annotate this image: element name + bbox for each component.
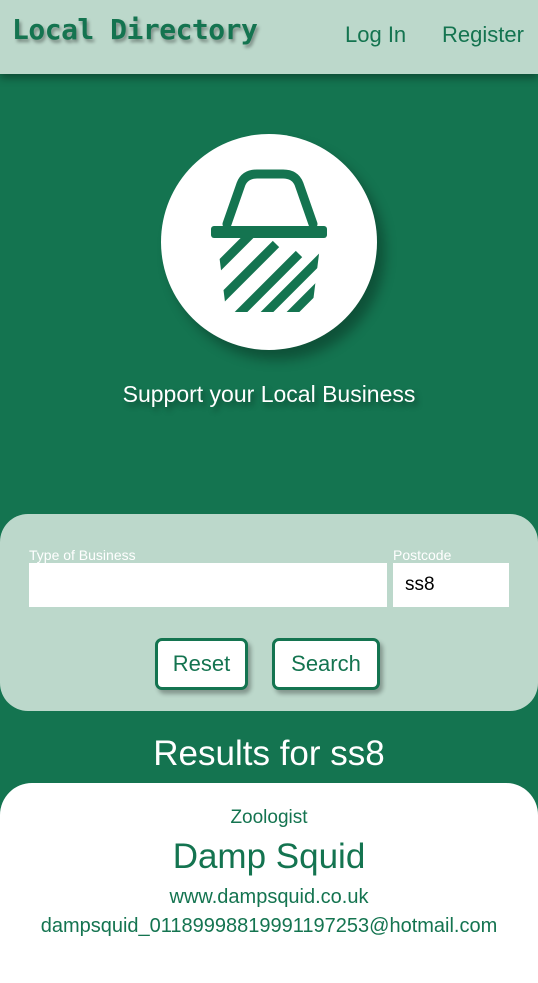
search-button[interactable]: Search: [272, 638, 380, 690]
business-type-label: Type of Business: [29, 547, 136, 563]
hero-tagline: Support your Local Business: [122, 381, 416, 407]
result-business-name: Damp Squid: [172, 837, 366, 876]
top-bar: Local Directory Log In Register: [0, 0, 538, 74]
reset-button[interactable]: Reset: [155, 638, 248, 690]
postcode-input[interactable]: [393, 563, 509, 607]
postcode-label: Postcode: [393, 547, 452, 563]
search-panel: Type of Business Postcode Reset Search: [0, 514, 538, 711]
business-type-input[interactable]: [29, 563, 387, 607]
result-email-link[interactable]: dampsquid_01189998819991197253@hotmail.c…: [0, 915, 538, 938]
register-link[interactable]: Register: [442, 22, 524, 48]
login-link[interactable]: Log In: [345, 22, 406, 48]
result-website-link[interactable]: www.dampsquid.co.uk: [0, 886, 538, 909]
results-heading: Results for ss8: [153, 734, 385, 773]
brand-logo[interactable]: Local Directory: [12, 13, 258, 46]
result-category: Zoologist: [230, 807, 308, 828]
basket-icon: [211, 169, 327, 312]
result-card: Zoologist Damp Squid www.dampsquid.co.uk…: [0, 783, 538, 983]
hero-logo-circle: [161, 134, 377, 350]
